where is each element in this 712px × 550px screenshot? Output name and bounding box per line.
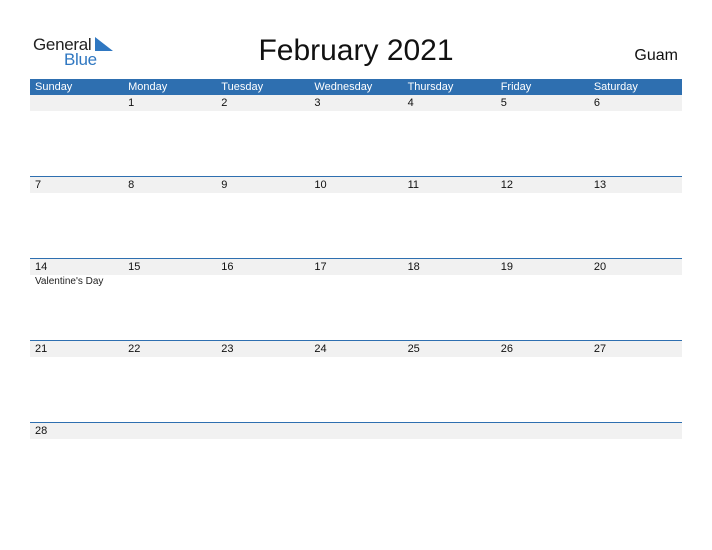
weekday-tuesday: Tuesday	[221, 81, 264, 93]
weekday-header: Sunday Monday Tuesday Wednesday Thursday…	[30, 79, 682, 95]
day-event	[216, 357, 309, 358]
calendar-title: February 2021	[258, 34, 454, 67]
day-number-row: 7 8 9 10 11 12 13	[30, 177, 682, 193]
day-event	[30, 111, 123, 112]
day-event	[496, 193, 589, 194]
day-number: 26	[500, 343, 513, 355]
day-event	[589, 439, 682, 440]
day-number: 5	[500, 97, 507, 109]
events-row	[30, 439, 682, 440]
events-row: Valentine's Day	[30, 275, 682, 287]
day-event	[403, 275, 496, 287]
day-number: 28	[35, 425, 48, 437]
weekday-monday: Monday	[128, 81, 168, 93]
weekday-wednesday: Wednesday	[314, 81, 373, 93]
day-number	[403, 423, 496, 439]
day-number	[123, 423, 216, 439]
day-number: 21	[35, 343, 48, 355]
day-number	[589, 423, 682, 439]
day-number: 7	[35, 179, 42, 191]
day-event	[403, 193, 496, 194]
day-number-row: 21 22 23 24 25 26 27	[30, 341, 682, 357]
day-event	[309, 193, 402, 194]
day-number	[496, 423, 589, 439]
day-event	[30, 357, 123, 358]
day-event	[403, 111, 496, 112]
day-number-row: 1 2 3 4 5 6	[30, 95, 682, 111]
weeks-container: 1 2 3 4 5 6 7 8 9 10 11 12 13 14 15 16 17 18 19 20 Valentine…	[30, 95, 682, 504]
day-event	[496, 275, 589, 287]
day-event	[589, 357, 682, 358]
day-number: 2	[221, 97, 228, 109]
day-number	[216, 423, 309, 439]
day-event	[496, 357, 589, 358]
day-event	[123, 193, 216, 194]
day-number: 20	[593, 261, 607, 273]
country-label: Guam	[634, 47, 678, 64]
events-row	[30, 193, 682, 194]
week-row: 28	[30, 422, 682, 504]
day-number: 25	[407, 343, 420, 355]
day-event	[403, 439, 496, 440]
weekday-saturday: Saturday	[593, 81, 638, 93]
day-number: 18	[407, 261, 420, 273]
day-number: 9	[221, 179, 228, 191]
week-row: 14 15 16 17 18 19 20 Valentine's Day	[30, 258, 682, 340]
events-row	[30, 111, 682, 112]
day-number	[309, 423, 402, 439]
day-number: 14	[35, 261, 48, 273]
day-number-row: 14 15 16 17 18 19 20	[30, 259, 682, 275]
calendar-grid: Sunday Monday Tuesday Wednesday Thursday…	[30, 79, 682, 504]
day-number: 11	[407, 179, 419, 191]
day-event	[589, 111, 682, 112]
day-number: 8	[128, 179, 135, 191]
day-number: 27	[593, 343, 607, 355]
day-event: Valentine's Day	[35, 276, 104, 287]
day-event	[123, 439, 216, 440]
day-number: 12	[500, 179, 513, 191]
day-number: 1	[128, 97, 135, 109]
day-number: 13	[593, 179, 607, 191]
day-event	[123, 275, 216, 287]
day-event	[309, 357, 402, 358]
day-event	[123, 111, 216, 112]
day-number: 24	[314, 343, 327, 355]
day-number: 19	[500, 261, 513, 273]
day-event	[496, 439, 589, 440]
day-number	[30, 95, 123, 111]
day-number: 16	[221, 261, 234, 273]
events-row	[30, 357, 682, 358]
day-event	[496, 111, 589, 112]
week-row: 7 8 9 10 11 12 13	[30, 176, 682, 258]
day-number: 4	[407, 97, 414, 109]
day-number-row: 28	[30, 423, 682, 439]
day-number: 10	[314, 179, 327, 191]
day-number: 15	[128, 261, 141, 273]
day-event	[30, 439, 123, 440]
day-event	[216, 275, 309, 287]
day-event	[216, 111, 309, 112]
weekday-thursday: Thursday	[407, 81, 454, 93]
day-event	[30, 193, 123, 194]
day-event	[216, 439, 309, 440]
weekday-friday: Friday	[500, 81, 532, 93]
day-number: 3	[314, 97, 321, 109]
day-event	[589, 275, 682, 287]
day-event	[589, 193, 682, 194]
week-row: 1 2 3 4 5 6	[30, 95, 682, 176]
day-event	[216, 193, 309, 194]
day-event	[123, 357, 216, 358]
day-event	[309, 439, 402, 440]
weekday-sunday: Sunday	[35, 81, 73, 93]
day-number: 22	[128, 343, 141, 355]
day-number: 23	[221, 343, 234, 355]
day-number: 6	[593, 97, 600, 109]
week-row: 21 22 23 24 25 26 27	[30, 340, 682, 422]
day-event	[309, 275, 402, 287]
day-event	[403, 357, 496, 358]
day-number: 17	[314, 261, 327, 273]
day-event	[309, 111, 402, 112]
